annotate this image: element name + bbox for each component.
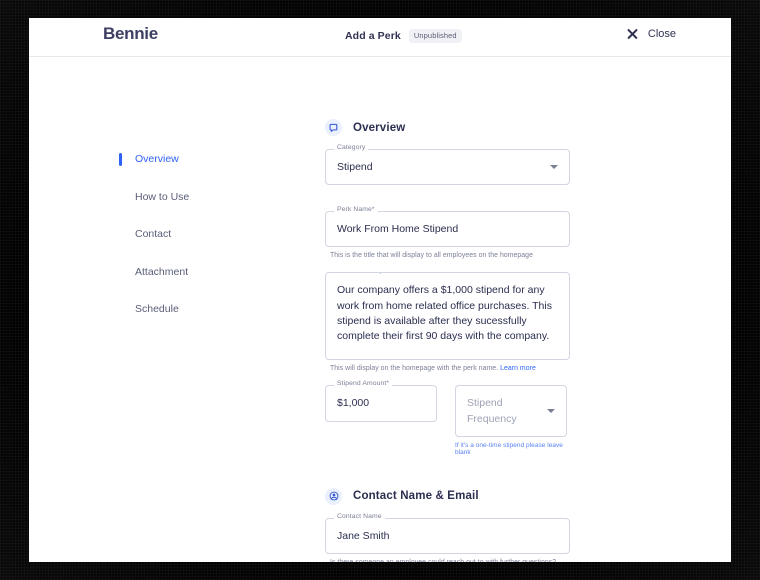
sidebar-item-contact[interactable]: Contact [119, 228, 259, 252]
close-button[interactable]: Close [626, 27, 676, 40]
perk-form: Overview Category Stipend Perk Name* Wor… [325, 119, 570, 562]
stipend-frequency-select[interactable]: Stipend Frequency [455, 385, 567, 437]
sidebar-item-schedule[interactable]: Schedule [119, 303, 259, 327]
stipend-amount-label: Stipend Amount* [334, 381, 393, 389]
sidebar-item-label: Overview [135, 153, 179, 165]
perk-summary-label: Perk Summary* [334, 273, 389, 276]
perk-summary-field: Perk Summary* Our company offers a $1,00… [325, 272, 570, 361]
chevron-down-icon [550, 165, 558, 170]
stipend-amount-field: Stipend Amount* $1,000 [325, 381, 437, 422]
chevron-down-icon [547, 409, 555, 414]
section-title: Overview [353, 121, 406, 134]
stipend-frequency-field: Stipend Frequency If it's a one-time sti… [455, 385, 567, 456]
contact-name-label: Contact Name [334, 513, 385, 521]
contact-name-input[interactable]: Contact Name Jane Smith [325, 513, 570, 555]
category-label: Category [334, 144, 369, 152]
sidebar-item-label: Contact [135, 228, 172, 240]
stipend-row: Stipend Amount* $1,000 Stipend Frequency… [325, 381, 570, 456]
perk-summary-helper-label: This will display on the homepage with t… [330, 365, 499, 373]
sidebar-item-how-to-use[interactable]: How to Use [119, 191, 259, 215]
header-title-group: Add a Perk Unpublished [345, 29, 462, 43]
sidebar-item-attachment[interactable]: Attachment [119, 266, 259, 290]
perk-name-helper-text: This is the title that will display to a… [330, 252, 533, 260]
stipend-amount-input[interactable]: Stipend Amount* $1,000 [325, 381, 437, 422]
perk-name-field: Perk Name* Work From Home Stipend [325, 206, 570, 248]
sidebar-item-label: How to Use [135, 190, 190, 203]
perk-name-value: Work From Home Stipend [337, 223, 459, 236]
perk-summary-helper-text: This will display on the homepage with t… [330, 365, 570, 372]
section-header-contact: Contact Name & Email [325, 487, 570, 505]
sidebar-item-label: Attachment [135, 265, 189, 278]
speech-bubble-icon [325, 119, 342, 136]
stipend-amount-value: $1,000 [337, 397, 370, 410]
section-title: Contact Name & Email [353, 490, 479, 503]
app-window: Bennie Add a Perk Unpublished Close Over… [29, 18, 731, 562]
contact-name-helper-text: Is there someone an employee could reach… [330, 559, 570, 562]
section-nav-sidebar: Overview How to Use Contact Attachment S… [119, 153, 259, 341]
perk-summary-textarea[interactable]: Perk Summary* Our company offers a $1,00… [325, 272, 570, 361]
close-icon [626, 27, 639, 40]
stipend-frequency-helper-text: If it's a one-time stipend please leave … [455, 441, 563, 456]
perk-summary-value: Our company offers a $1,000 stipend for … [337, 284, 552, 343]
user-avatar-icon [325, 487, 342, 505]
brand-logo[interactable]: Bennie [103, 24, 158, 44]
close-button-label: Close [647, 27, 676, 40]
window-body: Overview How to Use Contact Attachment S… [29, 57, 731, 562]
status-badge: Unpublished [408, 29, 462, 43]
perk-name-label: Perk Name* [334, 206, 378, 215]
perk-name-input[interactable]: Perk Name* Work From Home Stipend [325, 206, 570, 248]
category-field: Category Stipend [325, 144, 570, 186]
app-header: Bennie Add a Perk Unpublished Close [29, 18, 731, 57]
category-value: Stipend [337, 161, 373, 173]
contact-name-value: Jane Smith [337, 529, 390, 542]
contact-name-field: Contact Name Jane Smith [325, 513, 570, 555]
sidebar-item-overview[interactable]: Overview [119, 153, 259, 177]
category-select[interactable]: Category Stipend [325, 144, 570, 186]
page-title: Add a Perk [345, 29, 401, 42]
sidebar-item-label: Schedule [135, 303, 179, 315]
learn-more-link[interactable]: Learn more [500, 365, 536, 372]
section-header-overview: Overview [325, 119, 570, 136]
